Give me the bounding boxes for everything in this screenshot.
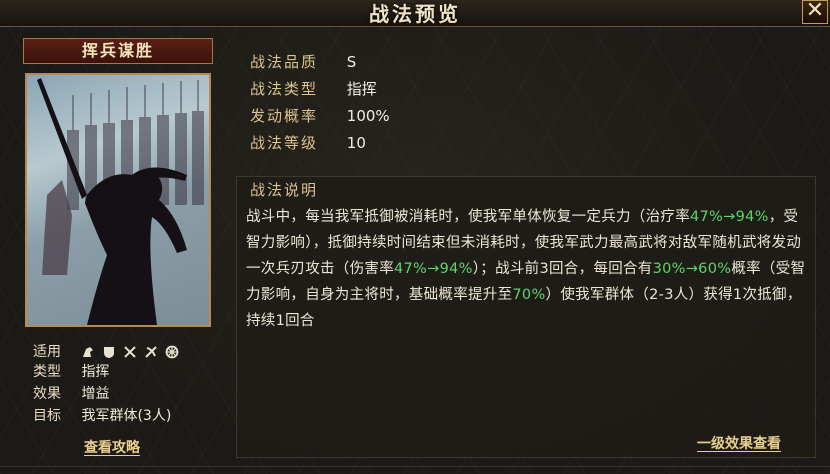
level-one-effect-link[interactable]: 一级效果查看 (697, 433, 781, 453)
target-value: 我军群体(3人) (81, 408, 172, 424)
applicable-row: 适用 (33, 342, 179, 362)
bow-icon (144, 345, 158, 359)
tactic-level-row: 战法等级 10 (250, 132, 366, 154)
applicable-label: 适用 (33, 344, 61, 360)
chance-highlight: 30%→60% (652, 261, 732, 277)
base-chance-highlight: 70% (512, 287, 546, 303)
trigger-rate-label: 发动概率 (250, 107, 319, 125)
tactic-type-row: 战法类型 指挥 (250, 78, 377, 100)
effect-row: 效果 增益 (33, 384, 109, 404)
heal-rate-highlight: 47%→94% (690, 209, 769, 225)
tactic-type-label: 战法类型 (250, 80, 319, 98)
description-part-1: 战斗中，每当我军抵御被消耗时，使我军单体恢复一定兵力（治疗率 (246, 209, 690, 225)
trigger-rate-value: 100% (346, 107, 390, 125)
description-part-3: ）；战斗前3回合，每回合有 (472, 261, 653, 277)
description-title: 战法说明 (250, 181, 319, 199)
effect-value: 增益 (81, 386, 110, 402)
tactic-type-value: 指挥 (346, 80, 377, 98)
effect-label: 效果 (33, 386, 61, 402)
target-row: 目标 我军群体(3人) (33, 406, 171, 426)
view-guide-link[interactable]: 查看攻略 (84, 437, 140, 457)
target-label: 目标 (33, 408, 61, 424)
damage-rate-highlight: 47%→94% (394, 261, 473, 277)
window-title: 战法预览 (369, 2, 461, 26)
type-value: 指挥 (81, 364, 110, 380)
tactic-level-value: 10 (346, 134, 366, 152)
bottom-divider (0, 466, 830, 467)
warrior-silhouette-icon (37, 78, 204, 325)
tactic-portrait (25, 73, 211, 327)
close-button[interactable]: ✕ (802, 0, 828, 24)
quality-label: 战法品质 (250, 53, 319, 71)
type-label: 类型 (33, 364, 61, 380)
quality-row: 战法品质 S (250, 51, 356, 73)
quality-value: S (346, 53, 357, 71)
description-text: 战斗中，每当我军抵御被消耗时，使我军单体恢复一定兵力（治疗率47%→94%，受智… (246, 204, 806, 334)
unit-type-icons (81, 345, 179, 359)
close-icon: ✕ (805, 0, 825, 23)
type-row: 类型 指挥 (33, 362, 109, 382)
chariot-wheel-icon (165, 345, 179, 359)
tactic-level-label: 战法等级 (250, 134, 319, 152)
shield-icon (102, 345, 116, 359)
tactic-name-plate: 挥兵谋胜 (23, 38, 213, 64)
title-bar: 战法预览 ✕ (0, 0, 830, 27)
trigger-rate-row: 发动概率 100% (250, 105, 390, 127)
cavalry-icon (81, 345, 95, 359)
crossed-spears-icon (123, 345, 137, 359)
